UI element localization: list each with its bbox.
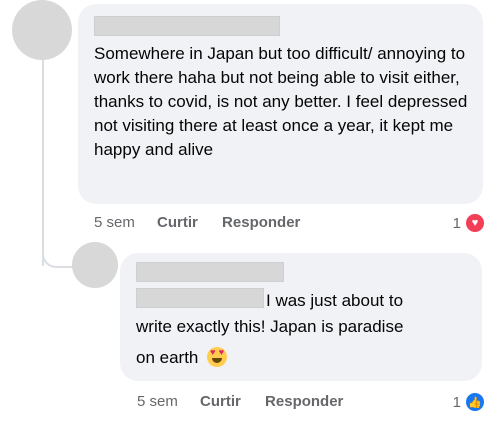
- reply-actions: 5 sem Curtir Responder: [137, 393, 363, 410]
- reply-bubble: I was just about to write exactly this! …: [120, 253, 482, 381]
- thumbs-up-icon: 👍: [464, 391, 486, 413]
- reply-text-end: on earth: [136, 348, 199, 367]
- author-name-redacted[interactable]: [94, 16, 280, 36]
- reaction-summary[interactable]: 1 ♥: [453, 212, 486, 234]
- like-button[interactable]: Curtir: [157, 214, 198, 231]
- reply-button[interactable]: Responder: [222, 214, 300, 231]
- thread-line: [42, 56, 44, 266]
- comment-bubble: Somewhere in Japan but too difficult/ an…: [78, 4, 483, 204]
- reply-button[interactable]: Responder: [265, 393, 343, 410]
- comment-time[interactable]: 5 sem: [94, 214, 135, 231]
- heart-icon: ♥: [464, 212, 486, 234]
- reaction-count: 1: [452, 393, 461, 411]
- comment-actions: 5 sem Curtir Responder: [94, 214, 320, 231]
- author-name-redacted[interactable]: [136, 262, 284, 282]
- avatar[interactable]: [12, 0, 72, 60]
- like-button[interactable]: Curtir: [200, 393, 241, 410]
- heart-eyes-emoji-icon: [207, 347, 228, 367]
- reply-text-line: I was just about to: [266, 291, 404, 310]
- reply-text-line: on earth: [136, 346, 228, 370]
- reaction-summary[interactable]: 1 👍: [453, 391, 486, 413]
- reply-time[interactable]: 5 sem: [137, 393, 178, 410]
- reaction-count: 1: [452, 214, 461, 232]
- reply-connector: [42, 244, 74, 268]
- comment-text: Somewhere in Japan but too difficult/ an…: [94, 44, 468, 159]
- reply-text-line: write exactly this! Japan is paradise: [136, 317, 404, 336]
- mention-redacted[interactable]: [136, 288, 264, 308]
- avatar[interactable]: [72, 242, 118, 288]
